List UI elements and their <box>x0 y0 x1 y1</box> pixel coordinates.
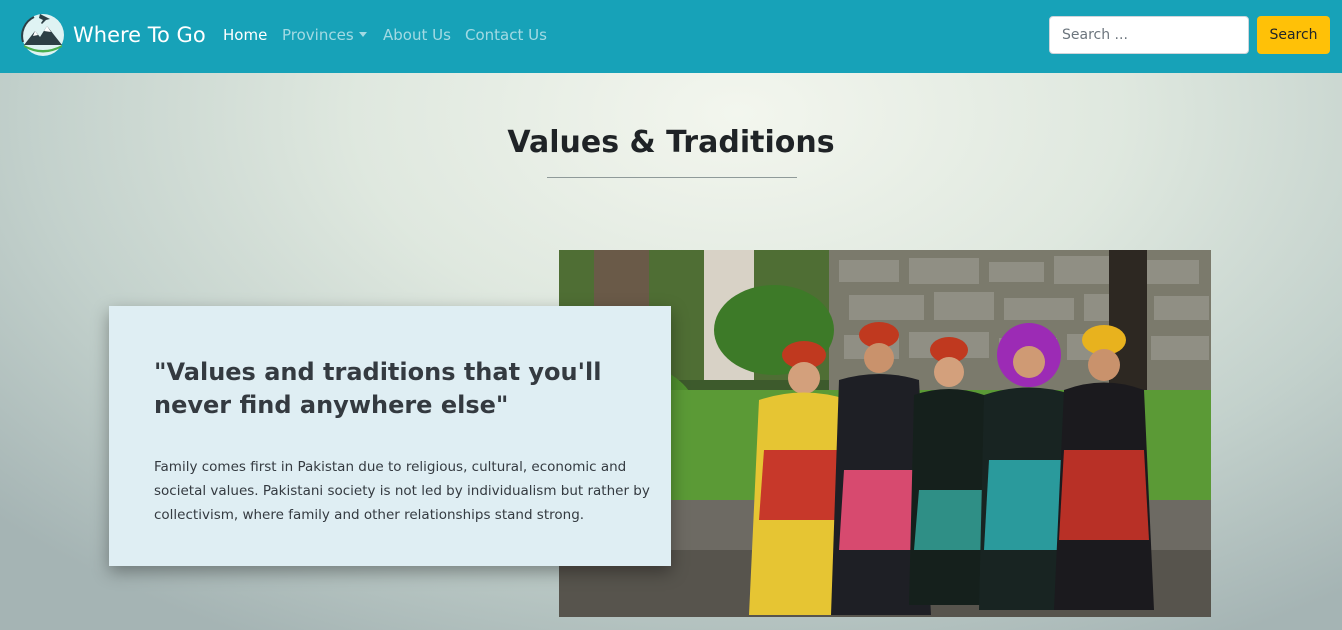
page-title: Values & Traditions <box>507 125 835 160</box>
brand-logo-icon[interactable] <box>20 11 66 57</box>
chevron-down-icon <box>358 32 367 37</box>
title-divider <box>547 177 797 178</box>
quote-heading: "Values and traditions that you'll never… <box>154 358 602 419</box>
nav-link-provinces-label: Provinces <box>282 26 354 44</box>
quote-text: Family comes first in Pakistan due to re… <box>154 459 650 523</box>
nav-link-provinces[interactable]: Provinces <box>282 25 367 45</box>
search-input[interactable] <box>1049 16 1249 54</box>
quote-card: "Values and traditions that you'll never… <box>109 306 671 566</box>
nav-link-contact-us[interactable]: Contact Us <box>465 25 547 45</box>
nav-link-home[interactable]: Home <box>223 25 267 45</box>
brand-name[interactable]: Where To Go <box>73 21 206 49</box>
search-button[interactable]: Search <box>1257 16 1330 54</box>
nav-link-about-us[interactable]: About Us <box>383 25 451 45</box>
navbar: Where To Go Home Provinces About Us Cont… <box>0 0 1342 73</box>
